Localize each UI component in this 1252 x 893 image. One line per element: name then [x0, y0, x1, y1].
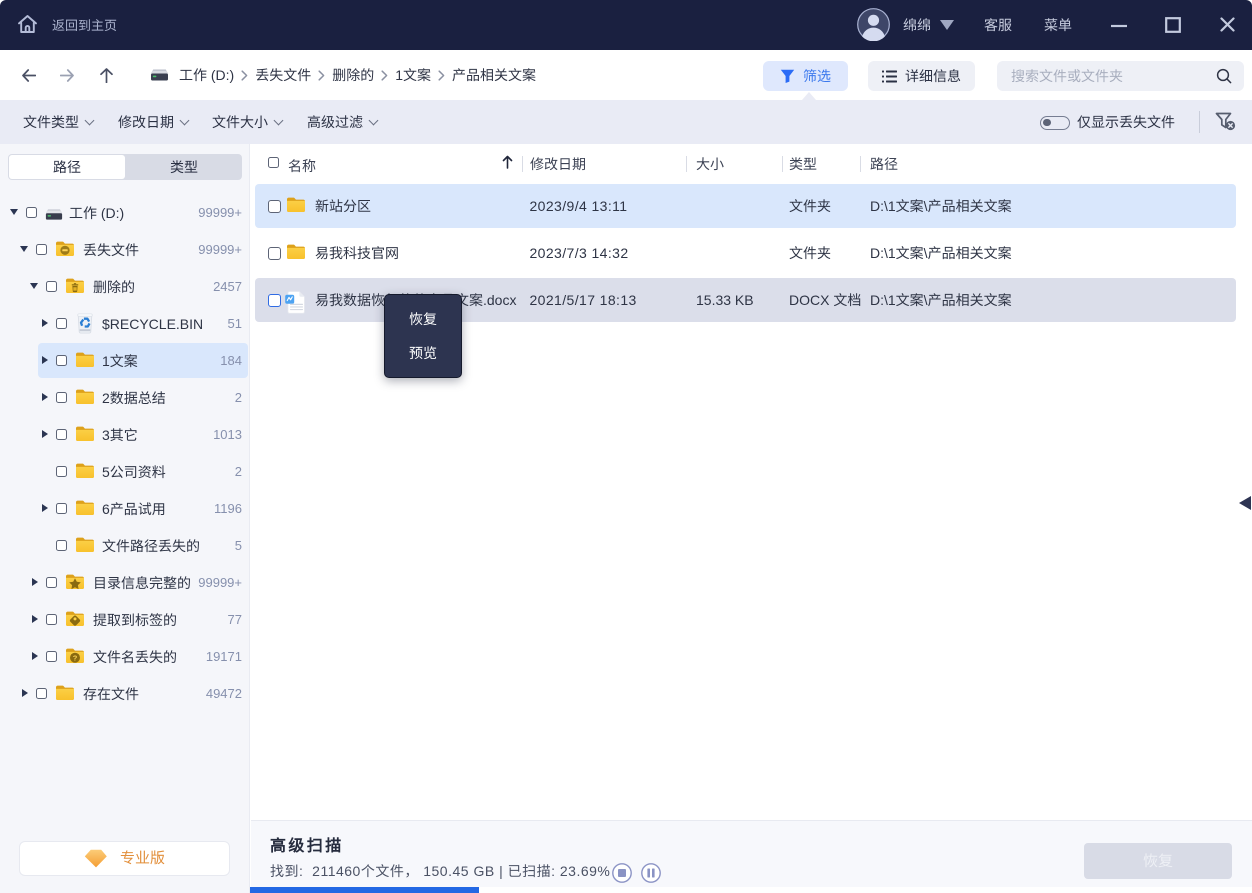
- svg-text:?: ?: [73, 653, 78, 662]
